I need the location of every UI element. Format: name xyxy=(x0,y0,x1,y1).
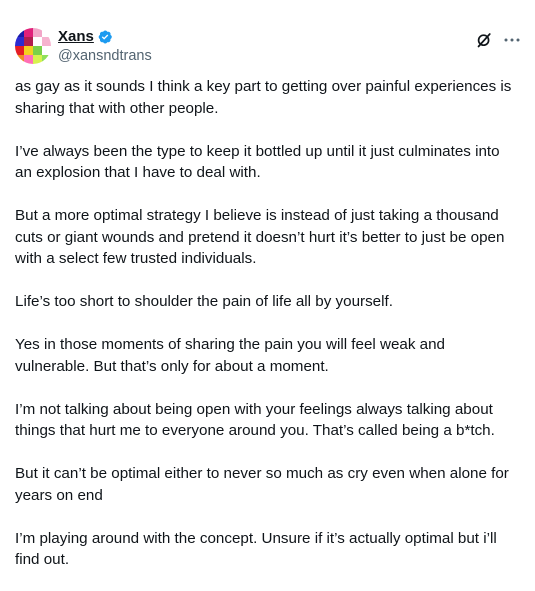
avatar-tile xyxy=(15,37,24,46)
avatar[interactable] xyxy=(15,28,51,64)
more-horizontal-icon[interactable] xyxy=(503,32,521,48)
tweet-paragraph: Life’s too short to shoulder the pain of… xyxy=(15,293,393,310)
tweet-paragraph: But a more optimal strategy I believe is… xyxy=(15,207,505,267)
avatar-tile xyxy=(15,46,24,55)
tweet-actions xyxy=(476,32,521,48)
tweet: Xans @xansndtrans as gay as it sounds I … xyxy=(0,0,535,591)
avatar-tile xyxy=(24,46,33,55)
avatar-tile xyxy=(24,55,33,64)
avatar-tile xyxy=(33,46,42,55)
tweet-text: as gay as it sounds I think a key part t… xyxy=(15,76,520,571)
avatar-tile xyxy=(15,55,24,64)
grok-icon[interactable] xyxy=(476,32,492,48)
name-row: Xans xyxy=(58,28,152,46)
avatar-tile xyxy=(24,28,33,37)
author-identity: Xans @xansndtrans xyxy=(58,28,152,66)
avatar-tile xyxy=(24,37,33,46)
tweet-paragraph: as gay as it sounds I think a key part t… xyxy=(15,78,512,117)
avatar-tile xyxy=(15,28,24,37)
author-display-name[interactable]: Xans xyxy=(58,28,94,46)
avatar-tile xyxy=(42,55,51,64)
avatar-tile xyxy=(33,55,42,64)
verified-badge-icon xyxy=(97,29,113,45)
tweet-paragraph: I’m playing around with the concept. Uns… xyxy=(15,529,497,569)
tweet-header: Xans @xansndtrans xyxy=(15,28,520,68)
tweet-paragraph: I’ve always been the type to keep it bot… xyxy=(15,142,500,182)
avatar-tile xyxy=(42,28,51,37)
tweet-paragraph: I’m not talking about being open with yo… xyxy=(15,400,495,440)
tweet-paragraph: Yes in those moments of sharing the pain… xyxy=(15,336,446,375)
avatar-tile xyxy=(33,28,42,37)
avatar-tile xyxy=(42,37,51,46)
author-handle[interactable]: @xansndtrans xyxy=(58,46,152,66)
avatar-tile xyxy=(33,37,42,46)
avatar-tile xyxy=(42,46,51,55)
tweet-paragraph: But it can’t be optimal either to never … xyxy=(15,465,509,504)
